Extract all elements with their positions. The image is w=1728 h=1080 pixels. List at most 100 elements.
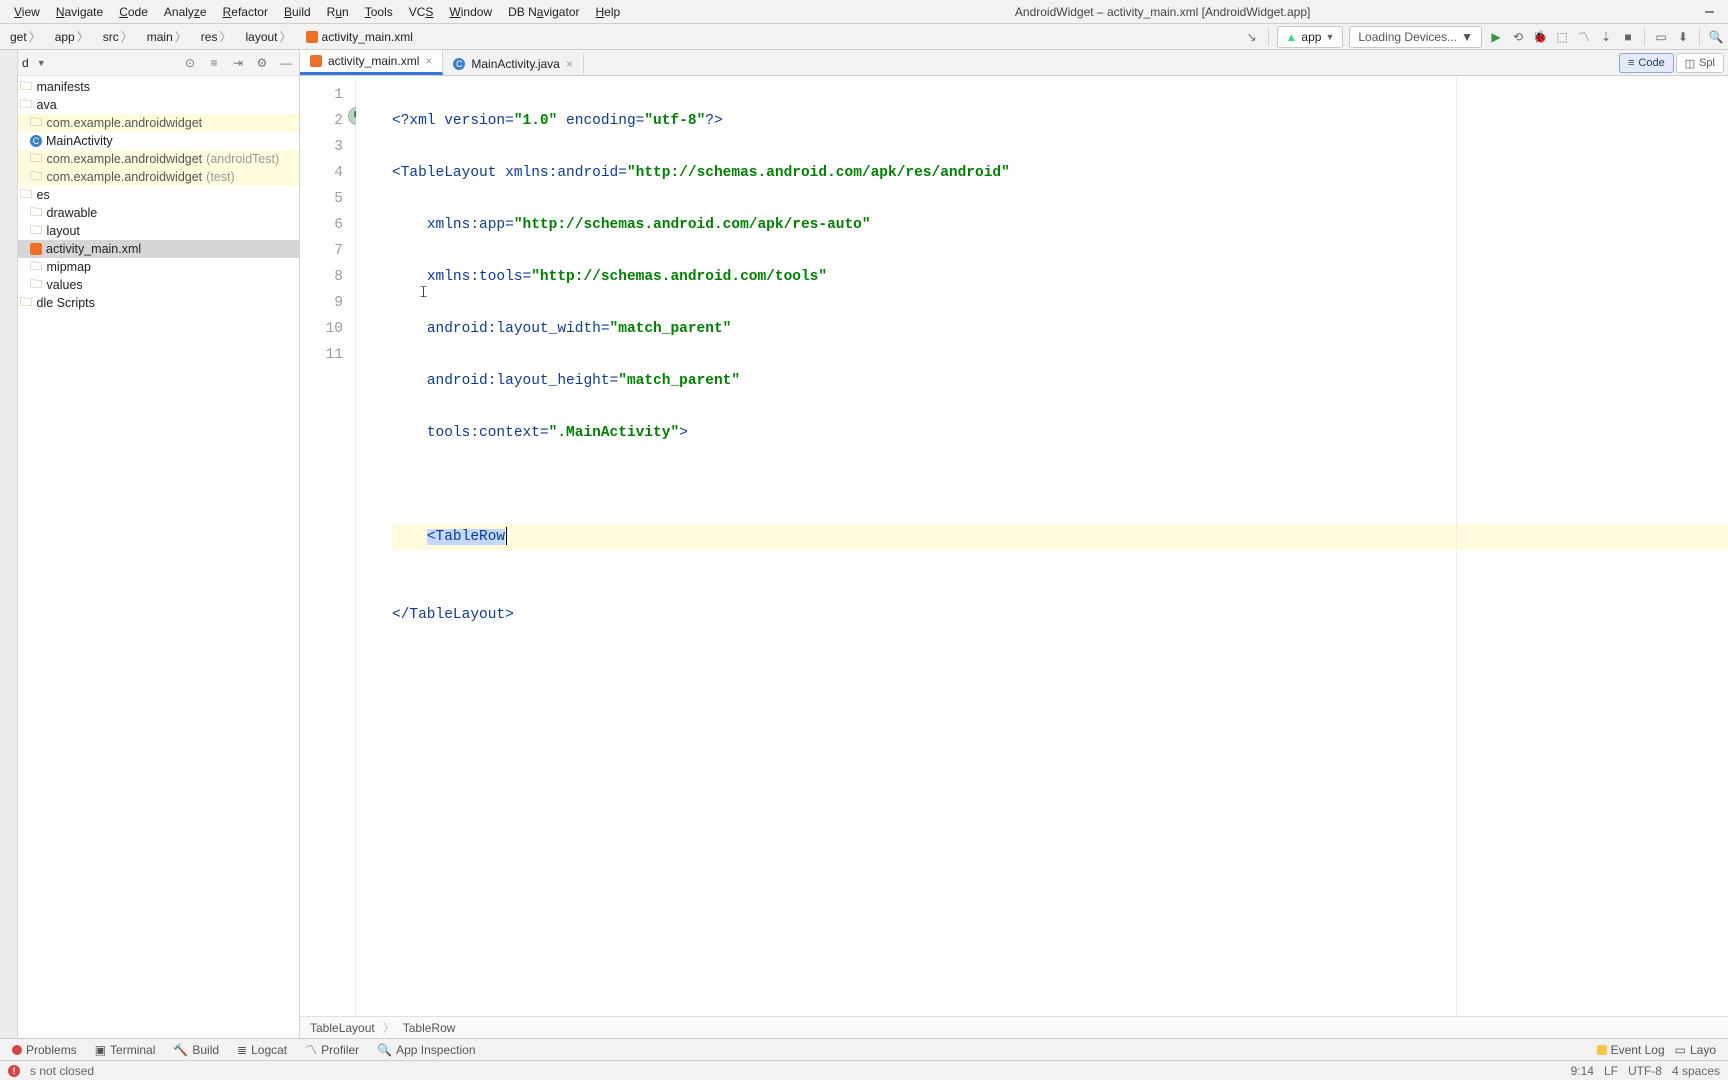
tree-package[interactable]: 🗀com.example.androidwidget [18, 114, 299, 132]
toolwin-terminal[interactable]: ▣Terminal [87, 1041, 164, 1059]
crumb-res[interactable]: res〉 [195, 26, 240, 48]
editor-body[interactable]: 1 2 3 4 5 6 7 8 9 10 11 C <?xml version=… [300, 76, 1728, 1016]
tree-package-test[interactable]: 🗀com.example.androidwidget (test) [18, 168, 299, 186]
tree-folder-drawable[interactable]: 🗀drawable [18, 204, 299, 222]
tab-mainactivity[interactable]: C MainActivity.java × [443, 53, 584, 75]
tree-folder-manifests[interactable]: 🗀manifests [18, 78, 299, 96]
android-icon: ▲ [1286, 30, 1298, 44]
tree-gradle-scripts[interactable]: 🗀dle Scripts [18, 294, 299, 312]
crumb-main[interactable]: main〉 [141, 26, 195, 48]
left-stripe [0, 50, 18, 1038]
profiler-icon[interactable]: 〽 [1576, 29, 1592, 45]
menu-vcs[interactable]: VCS [401, 3, 442, 21]
sync-icon[interactable]: ↘ [1244, 29, 1260, 45]
status-caret-pos[interactable]: 9:14 [1571, 1064, 1594, 1078]
sdk-icon[interactable]: ⬇ [1675, 29, 1691, 45]
editor-gutter[interactable]: 1 2 3 4 5 6 7 8 9 10 11 C [300, 76, 356, 1016]
menu-dbnavigator[interactable]: DB Navigator [500, 3, 587, 21]
crumb-file[interactable]: activity_main.xml [300, 26, 419, 48]
menu-refactor[interactable]: Refactor [215, 3, 276, 21]
tree-folder-layout[interactable]: 🗀layout [18, 222, 299, 240]
status-error-icon[interactable]: ! [8, 1065, 20, 1077]
project-tool-window: d ▼ ⊙ ≡ ⇥ ⚙ — 🗀manifests 🗀ava 🗀com.examp… [18, 50, 300, 1038]
hide-icon[interactable]: — [277, 54, 295, 72]
viewtab-code[interactable]: ≡Code [1619, 53, 1674, 73]
crumb-tablerow[interactable]: TableRow [403, 1021, 456, 1035]
text-cursor-icon: 𝙸 [418, 280, 429, 306]
xml-file-icon [306, 31, 318, 43]
class-icon: C [30, 135, 42, 147]
menu-analyze[interactable]: Analyze [156, 3, 215, 21]
tree-folder-java[interactable]: 🗀ava [18, 96, 299, 114]
editor-area: activity_main.xml × C MainActivity.java … [300, 50, 1728, 1038]
run-config-selector[interactable]: ▲ app ▼ [1277, 26, 1344, 48]
error-dot-icon [12, 1045, 22, 1055]
gear-icon[interactable]: ⚙ [253, 54, 271, 72]
tree-folder-mipmap[interactable]: 🗀mipmap [18, 258, 299, 276]
toolwin-problems[interactable]: Problems [4, 1041, 85, 1059]
right-margin-line [1456, 76, 1457, 1016]
tree-class-mainactivity[interactable]: CMainActivity [18, 132, 299, 150]
search-icon[interactable]: 🔍 [1708, 29, 1724, 45]
tab-label: MainActivity.java [471, 57, 559, 71]
toolwin-logcat[interactable]: ≣Logcat [229, 1041, 295, 1059]
terminal-icon: ▣ [95, 1043, 106, 1057]
close-icon[interactable]: × [425, 54, 432, 68]
logcat-icon: ≣ [237, 1043, 247, 1057]
coverage-icon[interactable]: ⬚ [1554, 29, 1570, 45]
select-opened-file-icon[interactable]: ⊙ [181, 54, 199, 72]
folder-icon: 🗀 [30, 221, 43, 242]
debug-icon[interactable]: 🐞 [1532, 29, 1548, 45]
toolwin-appinspection[interactable]: 🔍App Inspection [369, 1041, 483, 1059]
menu-help[interactable]: Help [588, 3, 629, 21]
tag-breadcrumb: TableLayout 〉 TableRow [300, 1016, 1728, 1038]
attach-debugger-icon[interactable]: ⇣ [1598, 29, 1614, 45]
collapse-all-icon[interactable]: ⇥ [229, 54, 247, 72]
crumb-src[interactable]: src〉 [97, 26, 141, 48]
status-line-ending[interactable]: LF [1604, 1064, 1618, 1078]
crumb-app[interactable]: app〉 [49, 26, 97, 48]
toolwin-build[interactable]: 🔨Build [165, 1041, 227, 1059]
tree-folder-res[interactable]: 🗀es [18, 186, 299, 204]
menu-run[interactable]: Run [319, 3, 357, 21]
tree-folder-values[interactable]: 🗀values [18, 276, 299, 294]
apply-changes-icon[interactable]: ⟲ [1510, 29, 1526, 45]
crumb-tablelayout[interactable]: TableLayout [310, 1021, 375, 1035]
toolwin-profiler[interactable]: 〽Profiler [297, 1039, 367, 1060]
toolwin-layout[interactable]: ▭Layo [1667, 1041, 1724, 1059]
avd-icon[interactable]: ▭ [1653, 29, 1669, 45]
menu-tools[interactable]: Tools [357, 3, 401, 21]
viewtab-split[interactable]: ◫Spl [1676, 53, 1724, 73]
crumb-layout[interactable]: layout〉 [239, 26, 299, 48]
chevron-down-icon[interactable]: ▼ [37, 58, 46, 68]
code-editor[interactable]: <?xml version="1.0" encoding="utf-8"?> <… [356, 76, 1728, 1016]
menu-window[interactable]: Window [441, 3, 500, 21]
status-encoding[interactable]: UTF-8 [1628, 1064, 1662, 1078]
tree-file-activity-main[interactable]: activity_main.xml [18, 240, 299, 258]
menu-build[interactable]: Build [276, 3, 319, 21]
run-icon[interactable]: ▶ [1488, 29, 1504, 45]
menu-code[interactable]: Code [111, 3, 156, 21]
close-icon[interactable]: × [566, 57, 573, 71]
toolbar-right: ↘ ▲ app ▼ Loading Devices... ▼ ▶ ⟲ 🐞 ⬚ 〽… [1244, 26, 1724, 48]
profiler-icon: 〽 [305, 1041, 317, 1058]
chevron-down-icon: ▼ [1325, 32, 1334, 42]
tab-activity-main[interactable]: activity_main.xml × [300, 50, 443, 75]
menu-view[interactable]: VViewiew [6, 3, 48, 21]
status-indent[interactable]: 4 spaces [1672, 1064, 1720, 1078]
stop-icon[interactable]: ■ [1620, 29, 1636, 45]
expand-all-icon[interactable]: ≡ [205, 54, 223, 72]
text-caret [506, 527, 507, 545]
project-header-label: d [22, 56, 29, 70]
project-tree[interactable]: 🗀manifests 🗀ava 🗀com.example.androidwidg… [18, 76, 299, 1038]
window-minimize-icon[interactable]: – [1697, 3, 1722, 21]
window-title: AndroidWidget – activity_main.xml [Andro… [628, 5, 1697, 19]
xml-file-icon [30, 243, 42, 255]
crumb-get[interactable]: get〉 [4, 26, 49, 48]
device-selector[interactable]: Loading Devices... ▼ [1349, 26, 1482, 48]
split-view-icon: ◫ [1685, 57, 1695, 70]
menu-navigate[interactable]: Navigate [48, 3, 111, 21]
breadcrumbs: get〉 app〉 src〉 main〉 res〉 layout〉 activi… [4, 26, 419, 48]
tree-package-androidtest[interactable]: 🗀com.example.androidwidget (androidTest) [18, 150, 299, 168]
toolwin-eventlog[interactable]: Event Log [1597, 1043, 1665, 1057]
